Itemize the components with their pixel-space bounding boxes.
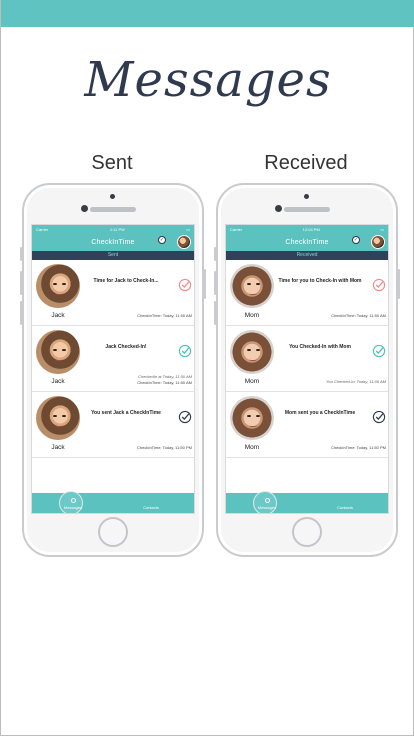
message-text: Jack Checked-In! (105, 344, 147, 350)
messages-tab-icon (70, 498, 76, 503)
phone-top-sensor (304, 194, 309, 199)
sent-check-icon (178, 410, 192, 424)
phone-power-button (203, 269, 206, 299)
app-title: CheckInTime (285, 239, 329, 246)
phone-home-button (98, 517, 128, 547)
pending-check-icon (178, 278, 192, 292)
battery-icon: ▭ (186, 227, 190, 232)
checkmark-logo-icon: ✓ (158, 236, 166, 244)
message-time: CheckInTime: Today, 11:50 PM (331, 445, 386, 450)
column-label-sent: Sent (91, 152, 133, 174)
contact-avatar-mom (230, 330, 274, 374)
messages-tab-icon (264, 498, 270, 503)
nav-bar: CheckInTime ✓ (226, 234, 388, 251)
top-color-strip (1, 0, 414, 27)
phone-volume-up (20, 271, 23, 295)
tab-contacts-label: Contacts (143, 505, 159, 510)
phone-home-button (292, 517, 322, 547)
contact-avatar-mom (230, 396, 274, 440)
message-row[interactable]: Jack You sent Jack a CheckInTime CheckIn… (32, 392, 194, 458)
contact-name: Jack (51, 444, 65, 451)
message-text: Time for you to Check-In with Mom (278, 278, 362, 284)
app-title: CheckInTime (91, 239, 135, 246)
message-row[interactable]: Mom Mom sent you a CheckInTime CheckInTi… (226, 392, 388, 458)
status-bar: Carrier 12:04 PM ▭ (226, 225, 388, 234)
column-label-received: Received (264, 152, 348, 174)
message-text: Time for Jack to Check-In... (93, 278, 159, 284)
contact-name: Mom (244, 378, 260, 385)
phone-volume-up (214, 271, 217, 295)
battery-icon: ▭ (380, 227, 384, 232)
clock-label: 12:04 PM (302, 227, 320, 232)
message-text: Mom sent you a CheckInTime (284, 410, 356, 416)
message-text: You sent Jack a CheckInTime (91, 410, 161, 416)
tab-messages-label: Messages (257, 505, 277, 510)
message-row[interactable]: Mom You Checked-In with Mom You Checked-… (226, 326, 388, 392)
message-row[interactable]: Jack Jack Checked-In! CheckedIn at Today… (32, 326, 194, 392)
phone-camera (81, 205, 88, 212)
profile-avatar[interactable] (371, 235, 385, 249)
phone-speaker (90, 207, 136, 212)
tab-contacts[interactable]: Contacts (136, 493, 166, 513)
contact-avatar-mom (230, 264, 274, 308)
contact-avatar-jack (36, 396, 80, 440)
phone-side-button (214, 247, 217, 261)
page-title: Messages (84, 52, 332, 108)
phone-camera (275, 205, 282, 212)
contact-name: Jack (51, 312, 65, 319)
message-time: CheckInTime: Today, 11:50 PM (137, 445, 192, 450)
phone-received: Carrier 12:04 PM ▭ CheckInTime ✓ Receive… (214, 183, 400, 557)
phone-side-button (20, 247, 23, 261)
phone-volume-down (214, 301, 217, 325)
carrier-label: Carrier (36, 227, 49, 232)
phone-top-sensor (110, 194, 115, 199)
checked-in-time: CheckedIn at Today, 11:50 AM (137, 374, 192, 379)
nav-bar: CheckInTime ✓ (32, 234, 194, 251)
checkmark-logo-icon: ✓ (352, 236, 360, 244)
contact-name: Jack (51, 378, 65, 385)
tab-messages-label: Messages (63, 505, 83, 510)
tab-messages[interactable]: Messages (252, 493, 282, 513)
sent-check-icon (372, 410, 386, 424)
message-row[interactable]: Mom Time for you to Check-In with Mom Ch… (226, 260, 388, 326)
pending-check-icon (372, 278, 386, 292)
contact-avatar-jack (36, 264, 80, 308)
tab-bar: Messages Contacts (226, 491, 388, 513)
carrier-label: Carrier (230, 227, 243, 232)
tab-messages[interactable]: Messages (58, 493, 88, 513)
message-time: CheckInTime: Today, 11:50 AM (137, 313, 192, 318)
message-time: CheckInTime: Today, 11:50 AM (137, 380, 192, 385)
app-screen-sent: Carrier 1:11 PM ▭ CheckInTime ✓ Sent Jac… (31, 224, 195, 514)
message-text: You Checked-In with Mom (289, 344, 351, 350)
contact-avatar-jack (36, 330, 80, 374)
app-screen-received: Carrier 12:04 PM ▭ CheckInTime ✓ Receive… (225, 224, 389, 514)
profile-avatar[interactable] (177, 235, 191, 249)
tab-contacts-label: Contacts (337, 505, 353, 510)
contact-name: Mom (244, 312, 260, 319)
contact-name: Mom (244, 444, 260, 451)
tab-contacts[interactable]: Contacts (330, 493, 360, 513)
phone-power-button (397, 269, 400, 299)
segment-label[interactable]: Sent (32, 251, 194, 260)
message-time: CheckInTime: Today, 11:50 AM (331, 313, 386, 318)
clock-label: 1:11 PM (109, 227, 125, 232)
status-bar: Carrier 1:11 PM ▭ (32, 225, 194, 234)
segment-label[interactable]: Received (226, 251, 388, 260)
message-row[interactable]: Jack Time for Jack to Check-In... CheckI… (32, 260, 194, 326)
phone-sent: Carrier 1:11 PM ▭ CheckInTime ✓ Sent Jac… (20, 183, 206, 557)
checked-in-time: You Checked-In: Today, 11:06 AM (325, 379, 386, 384)
tab-bar: Messages Contacts (32, 491, 194, 513)
phone-volume-down (20, 301, 23, 325)
checked-in-icon (178, 344, 192, 358)
checked-in-icon (372, 344, 386, 358)
phone-speaker (284, 207, 330, 212)
